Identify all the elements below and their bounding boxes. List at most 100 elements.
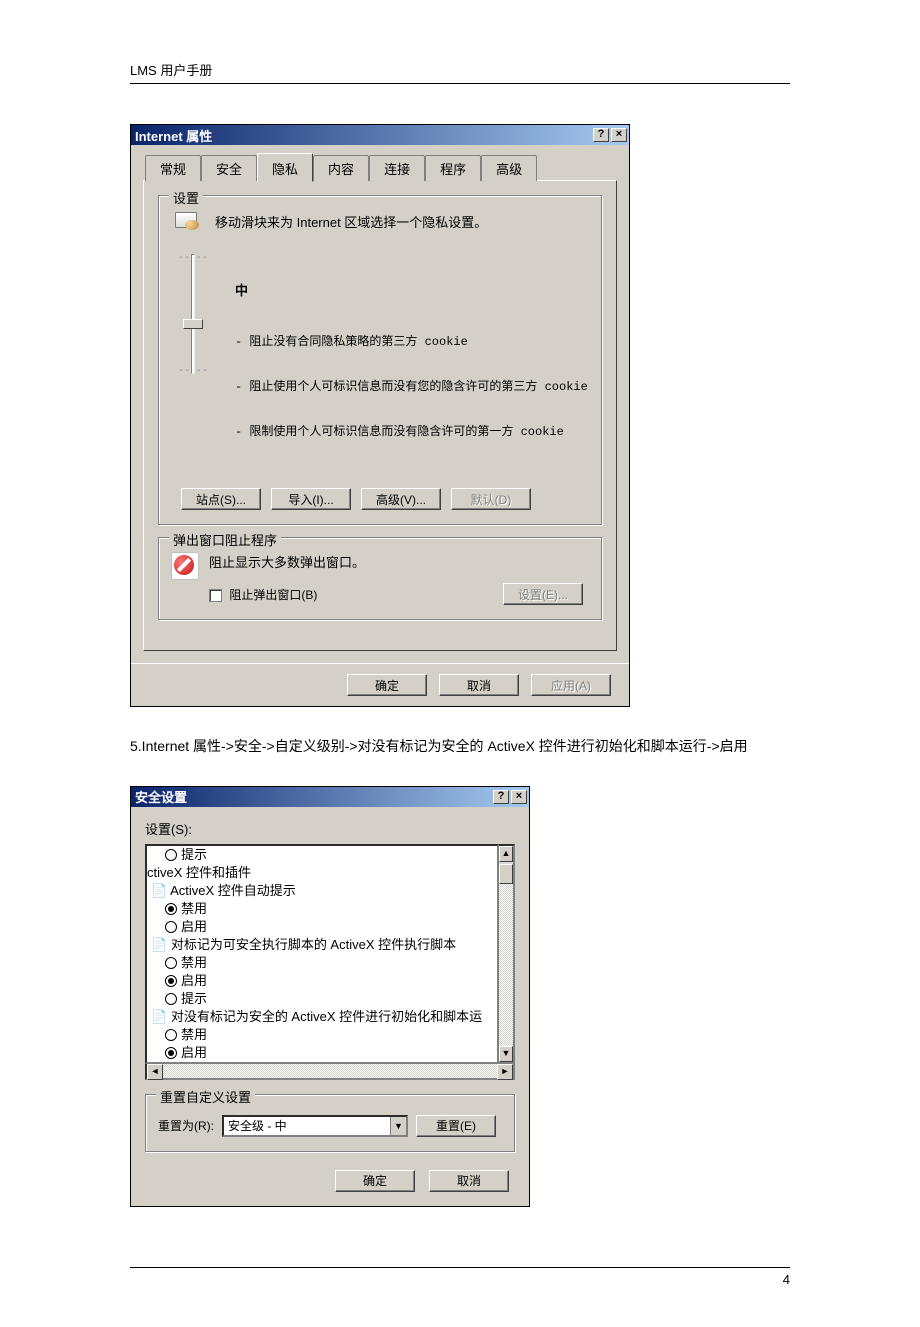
cancel-button[interactable]: 取消 <box>429 1170 509 1192</box>
reset-group: 重置自定义设置 重置为(R): 安全级 - 中 ▼ 重置(E) <box>145 1094 515 1152</box>
popup-blocked-icon <box>171 552 199 580</box>
tab-content[interactable]: 内容 <box>313 155 369 181</box>
option-label: 启用 <box>181 919 207 934</box>
settings-label: 设置(S): <box>145 819 515 838</box>
privacy-level-line2: - 阻止使用个人可标识信息而没有您的隐含许可的第三方 cookie <box>235 380 588 395</box>
window-title: Internet 属性 <box>135 126 591 145</box>
option-label: 禁用 <box>181 901 207 916</box>
tab-connections[interactable]: 连接 <box>369 155 425 181</box>
tab-security[interactable]: 安全 <box>201 155 257 181</box>
option-label: 启用 <box>181 973 207 988</box>
apply-button[interactable]: 应用(A) <box>531 674 611 696</box>
category-item: 📄 对标记为可安全执行脚本的 ActiveX 控件执行脚本 <box>147 936 497 954</box>
tab-privacy[interactable]: 隐私 <box>257 153 313 182</box>
close-icon[interactable]: × <box>511 790 527 804</box>
tab-general[interactable]: 常规 <box>145 155 201 181</box>
radio-icon[interactable] <box>165 921 177 933</box>
privacy-level-line3: - 限制使用个人可标识信息而没有隐含许可的第一方 cookie <box>235 425 588 440</box>
reset-button[interactable]: 重置(E) <box>416 1115 496 1137</box>
radio-icon[interactable] <box>165 849 177 861</box>
reset-legend: 重置自定义设置 <box>156 1087 255 1106</box>
vertical-scrollbar[interactable]: ▲ ▼ <box>499 844 515 1064</box>
privacy-icon <box>171 210 203 234</box>
radio-icon[interactable] <box>165 1047 177 1059</box>
popup-desc: 阻止显示大多数弹出窗口。 <box>209 552 589 571</box>
help-icon[interactable]: ? <box>493 790 509 804</box>
reset-level-combo[interactable]: 安全级 - 中 ▼ <box>222 1115 408 1137</box>
privacy-desc: 移动滑块来为 Internet 区域选择一个隐私设置。 <box>215 210 487 234</box>
list-item[interactable]: 禁用 <box>147 1026 497 1044</box>
option-label: ActiveX 控件自动提示 <box>170 883 296 898</box>
page-header: LMS 用户手册 <box>130 60 790 84</box>
list-item[interactable]: 提示 <box>147 990 497 1008</box>
option-label: 禁用 <box>181 1027 207 1042</box>
window-title-2: 安全设置 <box>135 787 491 806</box>
tab-programs[interactable]: 程序 <box>425 155 481 181</box>
internet-options-window: Internet 属性 ? × 常规 安全 隐私 内容 连接 程序 高级 设置 … <box>130 124 630 707</box>
option-label: 启用 <box>181 1045 207 1060</box>
privacy-slider[interactable] <box>171 254 215 374</box>
close-icon[interactable]: × <box>611 128 627 142</box>
category-item: 📄 ActiveX 控件自动提示 <box>147 882 497 900</box>
popup-legend: 弹出窗口阻止程序 <box>169 530 281 549</box>
option-label: 提示 <box>181 991 207 1006</box>
radio-icon[interactable] <box>165 903 177 915</box>
security-options-list[interactable]: 提示 ctiveX 控件和插件 📄 ActiveX 控件自动提示 禁用 启用 📄… <box>145 844 499 1064</box>
list-item[interactable]: 禁用 <box>147 900 497 918</box>
privacy-level-info: 中 - 阻止没有合同隐私策略的第三方 cookie - 阻止使用个人可标识信息而… <box>235 254 588 470</box>
list-item[interactable]: 禁用 <box>147 954 497 972</box>
default-button[interactable]: 默认(D) <box>451 488 531 510</box>
privacy-panel: 设置 移动滑块来为 Internet 区域选择一个隐私设置。 中 - 阻止没有合… <box>143 180 617 651</box>
settings-group: 设置 移动滑块来为 Internet 区域选择一个隐私设置。 中 - 阻止没有合… <box>158 195 602 525</box>
radio-icon[interactable] <box>165 957 177 969</box>
list-item[interactable]: 启用 <box>147 972 497 990</box>
slider-track <box>191 254 195 374</box>
settings-legend: 设置 <box>169 188 203 207</box>
scrollbar-thumb[interactable] <box>499 864 513 884</box>
tab-advanced[interactable]: 高级 <box>481 155 537 181</box>
popup-settings-button[interactable]: 设置(E)... <box>503 583 583 605</box>
ok-button[interactable]: 确定 <box>335 1170 415 1192</box>
scrollbar-track[interactable] <box>163 1064 497 1078</box>
cancel-button[interactable]: 取消 <box>439 674 519 696</box>
popup-block-checkbox-row[interactable]: 阻止弹出窗口(B) <box>209 586 317 603</box>
scroll-down-icon[interactable]: ▼ <box>499 1046 513 1062</box>
chevron-down-icon[interactable]: ▼ <box>390 1117 406 1135</box>
option-label: 对没有标记为安全的 ActiveX 控件进行初始化和脚本运 <box>171 1009 482 1024</box>
scroll-right-icon[interactable]: ► <box>497 1064 513 1080</box>
page-footer: 4 <box>130 1267 790 1287</box>
option-label: 对标记为可安全执行脚本的 ActiveX 控件执行脚本 <box>171 937 456 952</box>
horizontal-scrollbar[interactable]: ◄ ► <box>145 1064 515 1080</box>
category-item: 📄 对没有标记为安全的 ActiveX 控件进行初始化和脚本运 <box>147 1008 497 1026</box>
radio-icon[interactable] <box>165 1029 177 1041</box>
scroll-left-icon[interactable]: ◄ <box>147 1064 163 1080</box>
reset-label: 重置为(R): <box>158 1117 214 1134</box>
option-label: 提示 <box>181 847 207 862</box>
popup-block-label: 阻止弹出窗口(B) <box>229 588 317 602</box>
list-item[interactable]: 启用 <box>147 1044 497 1062</box>
tabstrip: 常规 安全 隐私 内容 连接 程序 高级 <box>143 153 617 181</box>
privacy-level-title: 中 <box>235 284 588 299</box>
sites-button[interactable]: 站点(S)... <box>181 488 261 510</box>
radio-icon[interactable] <box>165 993 177 1005</box>
import-button[interactable]: 导入(I)... <box>271 488 351 510</box>
step-5-text: 5.Internet 属性->安全->自定义级别->对没有标记为安全的 Acti… <box>130 731 790 762</box>
dialog-buttons: 确定 取消 应用(A) <box>131 663 629 706</box>
popup-block-checkbox[interactable] <box>209 589 222 602</box>
ok-button[interactable]: 确定 <box>347 674 427 696</box>
advanced-button[interactable]: 高级(V)... <box>361 488 441 510</box>
combo-value: 安全级 - 中 <box>228 1117 390 1134</box>
privacy-level-line1: - 阻止没有合同隐私策略的第三方 cookie <box>235 335 588 350</box>
scroll-up-icon[interactable]: ▲ <box>499 846 513 862</box>
help-icon[interactable]: ? <box>593 128 609 142</box>
popup-blocker-group: 弹出窗口阻止程序 阻止显示大多数弹出窗口。 阻止弹出窗口(B) 设置(E)... <box>158 537 602 620</box>
list-item[interactable]: 启用 <box>147 918 497 936</box>
security-settings-window: 安全设置 ? × 设置(S): 提示 ctiveX 控件和插件 📄 Active… <box>130 786 530 1207</box>
radio-icon[interactable] <box>165 975 177 987</box>
slider-thumb[interactable] <box>183 319 203 329</box>
titlebar: Internet 属性 ? × <box>131 125 629 145</box>
scrollbar-track[interactable] <box>499 884 513 1046</box>
list-item[interactable]: 提示 <box>147 846 497 864</box>
option-label: 禁用 <box>181 955 207 970</box>
category-item: ctiveX 控件和插件 <box>147 864 497 882</box>
